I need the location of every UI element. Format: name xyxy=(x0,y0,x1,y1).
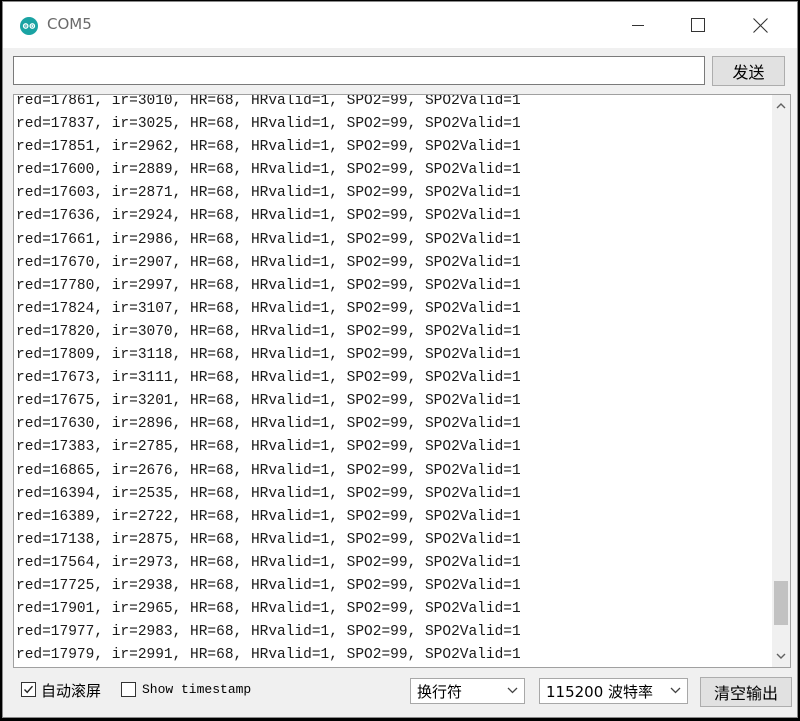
serial-output-area[interactable]: red=17861, ir=3010, HR=68, HRvalid=1, SP… xyxy=(13,94,791,668)
send-input[interactable] xyxy=(13,56,705,85)
serial-line: red=17837, ir=3025, HR=68, HRvalid=1, SP… xyxy=(16,116,521,133)
checkmark-icon xyxy=(23,685,34,694)
send-button[interactable]: 发送 xyxy=(712,56,785,86)
window-title: COM5 xyxy=(47,15,92,33)
chevron-down-icon xyxy=(670,687,681,694)
scroll-thumb[interactable] xyxy=(774,581,788,625)
serial-line: red=17138, ir=2875, HR=68, HRvalid=1, SP… xyxy=(16,531,521,548)
serial-line: red=17780, ir=2997, HR=68, HRvalid=1, SP… xyxy=(16,277,521,294)
serial-line: red=17673, ir=3111, HR=68, HRvalid=1, SP… xyxy=(16,370,521,387)
serial-line: red=17979, ir=2991, HR=68, HRvalid=1, SP… xyxy=(16,647,521,664)
line-ending-select[interactable]: 换行符 xyxy=(410,678,525,704)
close-icon xyxy=(752,17,768,33)
serial-monitor-window: COM5 发送 red=17861, ir=3010, HR=68, HRval… xyxy=(2,1,798,718)
show-timestamp-checkbox[interactable] xyxy=(121,682,136,697)
line-ending-value: 换行符 xyxy=(417,683,463,701)
serial-line: red=17901, ir=2965, HR=68, HRvalid=1, SP… xyxy=(16,601,521,618)
serial-line: red=17383, ir=2785, HR=68, HRvalid=1, SP… xyxy=(16,439,521,456)
serial-line: red=17861, ir=3010, HR=68, HRvalid=1, SP… xyxy=(16,94,521,109)
serial-line: red=17675, ir=3201, HR=68, HRvalid=1, SP… xyxy=(16,393,521,410)
title-bar: COM5 xyxy=(3,2,797,48)
serial-line: red=17636, ir=2924, HR=68, HRvalid=1, SP… xyxy=(16,208,521,225)
autoscroll-label[interactable]: 自动滚屏 xyxy=(41,680,101,701)
serial-line: red=16389, ir=2722, HR=68, HRvalid=1, SP… xyxy=(16,508,521,525)
vertical-scrollbar[interactable] xyxy=(772,95,790,667)
serial-line: red=17600, ir=2889, HR=68, HRvalid=1, SP… xyxy=(16,162,521,179)
serial-line: red=17977, ir=2983, HR=68, HRvalid=1, SP… xyxy=(16,624,521,641)
maximize-icon xyxy=(691,18,705,32)
serial-line: red=17851, ir=2962, HR=68, HRvalid=1, SP… xyxy=(16,139,521,156)
serial-line: red=17670, ir=2907, HR=68, HRvalid=1, SP… xyxy=(16,254,521,271)
baud-rate-select[interactable]: 115200 波特率 xyxy=(539,678,688,704)
autoscroll-checkbox[interactable] xyxy=(21,682,36,697)
scroll-down-button[interactable] xyxy=(772,647,790,665)
status-bar: 自动滚屏 Show timestamp 换行符 115200 波特率 清空输出 xyxy=(3,672,797,717)
baud-rate-value: 115200 波特率 xyxy=(546,683,654,701)
serial-line: red=17661, ir=2986, HR=68, HRvalid=1, SP… xyxy=(16,231,521,248)
serial-line: red=17725, ir=2938, HR=68, HRvalid=1, SP… xyxy=(16,577,521,594)
serial-line: red=17630, ir=2896, HR=68, HRvalid=1, SP… xyxy=(16,416,521,433)
minimize-button[interactable] xyxy=(615,2,661,48)
chevron-down-icon xyxy=(776,653,786,659)
serial-line: red=17820, ir=3070, HR=68, HRvalid=1, SP… xyxy=(16,323,521,340)
serial-line: red=17603, ir=2871, HR=68, HRvalid=1, SP… xyxy=(16,185,521,202)
show-timestamp-label[interactable]: Show timestamp xyxy=(142,682,251,697)
scroll-up-button[interactable] xyxy=(772,97,790,115)
arduino-icon xyxy=(20,17,38,35)
chevron-down-icon xyxy=(507,687,518,694)
chevron-up-icon xyxy=(776,103,786,109)
serial-line: red=16865, ir=2676, HR=68, HRvalid=1, SP… xyxy=(16,462,521,479)
serial-line: red=16394, ir=2535, HR=68, HRvalid=1, SP… xyxy=(16,485,521,502)
serial-line: red=17564, ir=2973, HR=68, HRvalid=1, SP… xyxy=(16,554,521,571)
minimize-icon xyxy=(632,25,644,26)
close-button[interactable] xyxy=(737,2,783,48)
serial-line: red=17824, ir=3107, HR=68, HRvalid=1, SP… xyxy=(16,300,521,317)
maximize-button[interactable] xyxy=(675,2,721,48)
clear-output-button[interactable]: 清空输出 xyxy=(700,677,792,707)
serial-output-lines: red=17861, ir=3010, HR=68, HRvalid=1, SP… xyxy=(16,94,521,667)
serial-line: red=17809, ir=3118, HR=68, HRvalid=1, SP… xyxy=(16,347,521,364)
